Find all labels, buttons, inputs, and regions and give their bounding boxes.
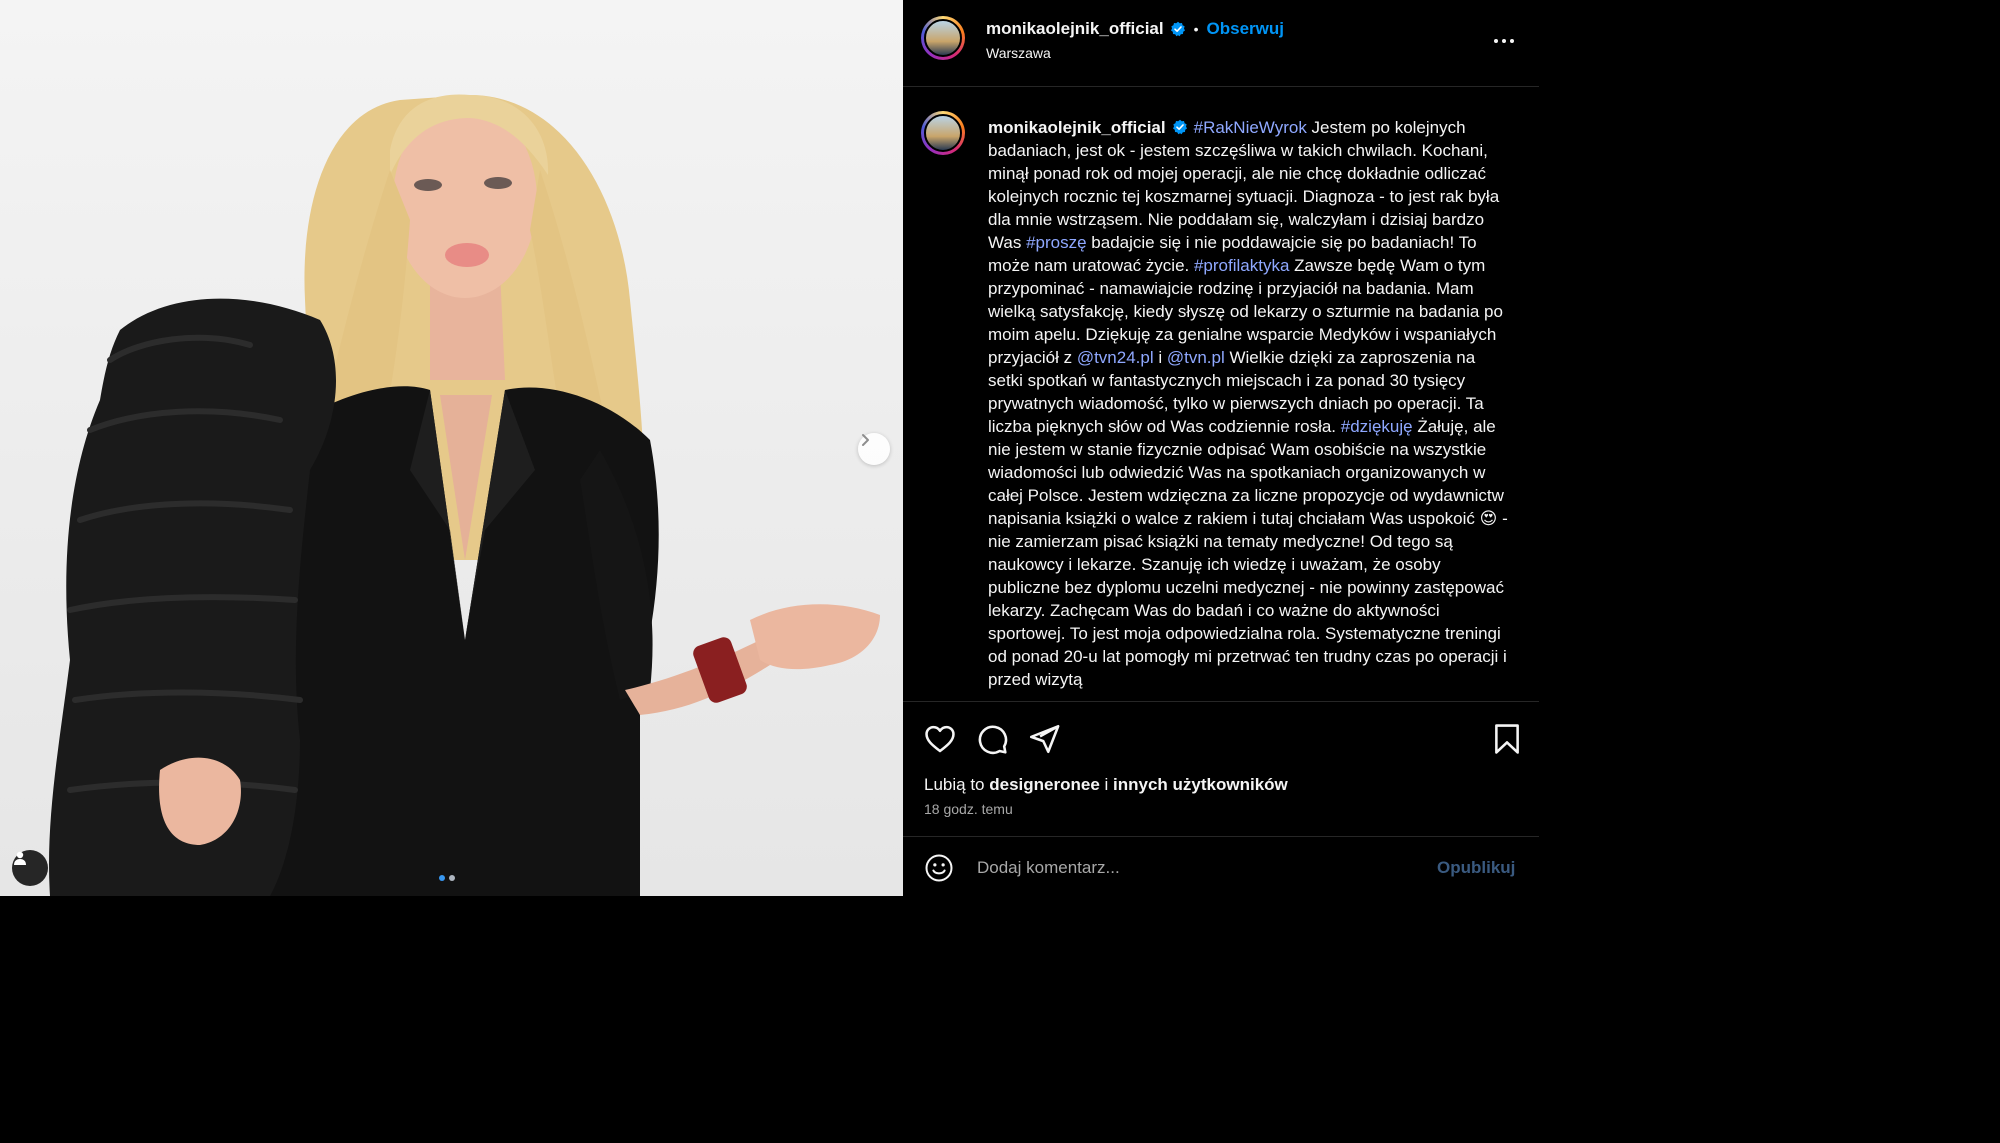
post-side-panel: monikaolejnik_official • Obserwuj Warsza… xyxy=(903,0,1539,896)
caption-text-segment: Żałuję, ale nie jestem w stanie fizyczni… xyxy=(988,417,1508,689)
hashtag-link[interactable]: #RakNieWyrok xyxy=(1194,118,1307,137)
post-location[interactable]: Warszawa xyxy=(986,45,1051,61)
hashtag-link[interactable]: #proszę xyxy=(1026,233,1086,252)
caption-text-segment: i xyxy=(1153,348,1167,367)
likes-user-link[interactable]: designeronee xyxy=(989,775,1100,794)
caption-author-avatar[interactable] xyxy=(921,111,965,155)
post-caption: monikaolejnik_official #RakNieWyrok Jest… xyxy=(988,116,1513,691)
post-photo-illustration xyxy=(49,94,880,896)
publish-comment-button[interactable]: Opublikuj xyxy=(1437,858,1515,878)
likes-summary: Lubią to designeronee i innych użytkowni… xyxy=(924,775,1288,795)
caption-text: #RakNieWyrok Jestem po kolejnych badania… xyxy=(988,118,1508,689)
paper-plane-icon[interactable] xyxy=(1027,722,1061,756)
carousel-next-button[interactable] xyxy=(858,433,890,465)
carousel-dot-active xyxy=(439,875,445,881)
chevron-right-icon xyxy=(862,434,869,446)
emoji-icon[interactable] xyxy=(924,853,954,883)
heart-icon[interactable] xyxy=(923,722,957,756)
likes-prefix: Lubią to xyxy=(924,775,990,794)
carousel-dot xyxy=(449,875,455,881)
author-avatar[interactable] xyxy=(921,16,965,60)
carousel-indicator xyxy=(439,875,455,881)
post-image[interactable] xyxy=(0,0,903,896)
comment-input[interactable] xyxy=(975,856,1399,880)
bookmark-icon[interactable] xyxy=(1490,722,1524,756)
author-username[interactable]: monikaolejnik_official xyxy=(986,19,1164,39)
likes-middle: i xyxy=(1099,775,1114,794)
comment-icon[interactable] xyxy=(975,722,1009,756)
hashtag-link[interactable]: #dziękuję xyxy=(1341,417,1413,436)
post-timestamp[interactable]: 18 godz. temu xyxy=(924,801,1013,817)
caption-text-segment: Jestem po kolejnych badaniach, jest ok -… xyxy=(988,118,1500,252)
post-header: monikaolejnik_official • Obserwuj Warsza… xyxy=(903,0,1539,87)
caption-scroll-area[interactable]: monikaolejnik_official #RakNieWyrok Jest… xyxy=(903,87,1539,701)
post-actions: Lubią to designeronee i innych użytkowni… xyxy=(903,701,1539,837)
page-gutter xyxy=(1539,0,1568,896)
add-comment-row: Opublikuj xyxy=(903,836,1539,896)
user-tag-button[interactable] xyxy=(12,850,48,886)
likes-others-link[interactable]: innych użytkowników xyxy=(1113,775,1288,794)
user-tag-icon xyxy=(14,851,26,865)
verified-badge-icon xyxy=(1172,119,1187,135)
verified-badge-icon xyxy=(1170,21,1185,37)
header-separator: • xyxy=(1193,21,1199,37)
header-username-row: monikaolejnik_official • Obserwuj xyxy=(986,19,1284,39)
hashtag-link[interactable]: #profilaktyka xyxy=(1194,256,1289,275)
caption-username[interactable]: monikaolejnik_official xyxy=(988,118,1166,137)
follow-button[interactable]: Obserwuj xyxy=(1207,19,1284,39)
mention-link[interactable]: @tvn.pl xyxy=(1167,348,1225,367)
mention-link[interactable]: @tvn24.pl xyxy=(1077,348,1154,367)
more-options-icon[interactable] xyxy=(1493,30,1515,52)
